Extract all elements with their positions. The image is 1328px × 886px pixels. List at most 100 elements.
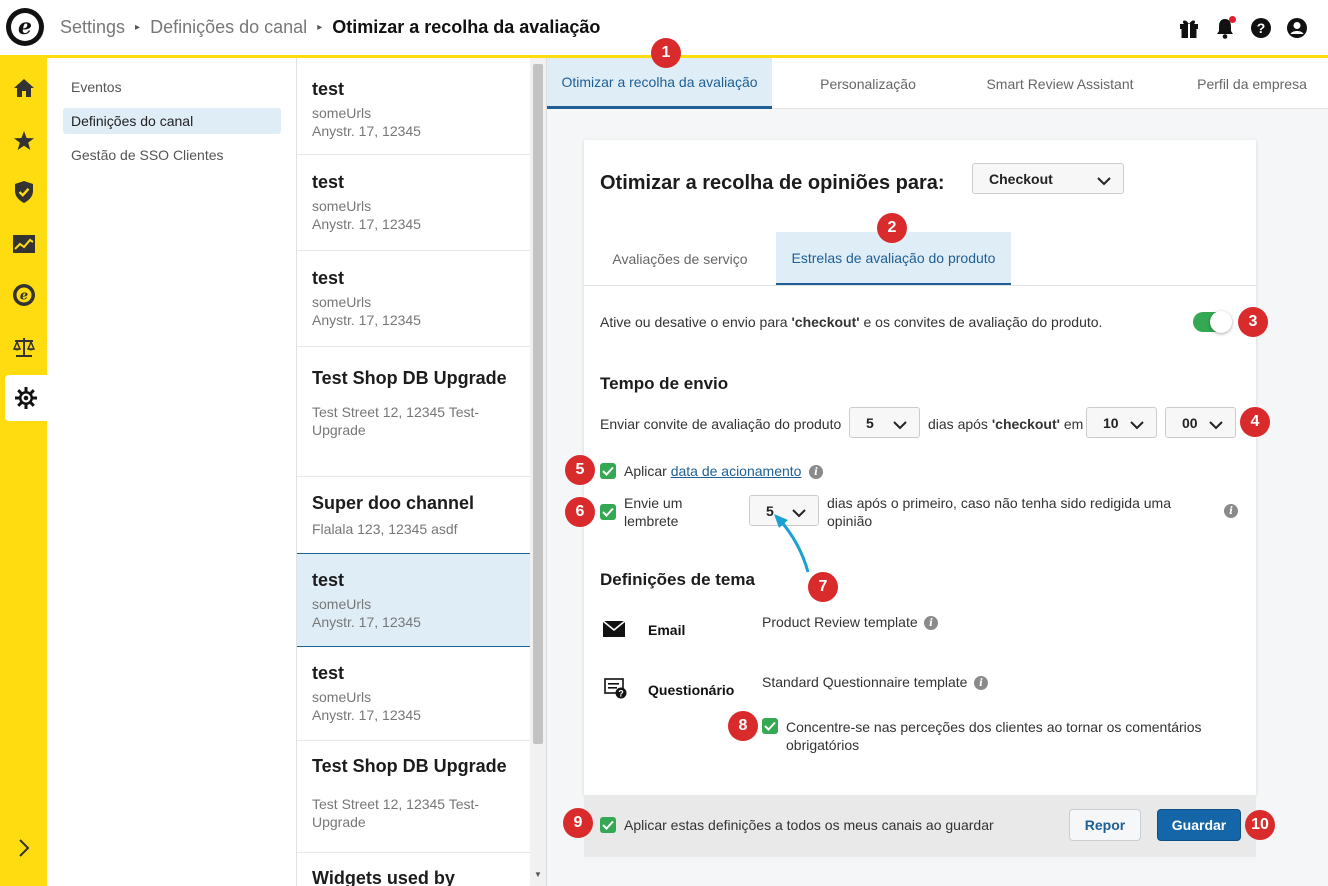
trigger-select[interactable]: Checkout bbox=[972, 163, 1124, 194]
reminder-description: dias após o primeiro, caso não tenha sid… bbox=[827, 495, 1171, 529]
gift-icon[interactable] bbox=[1178, 16, 1200, 40]
minute-select-value: 00 bbox=[1182, 414, 1198, 431]
footer-bar: Aplicar estas definições a todos os meus… bbox=[584, 795, 1256, 857]
info-icon[interactable]: i bbox=[974, 676, 988, 690]
annotation-arrow-icon bbox=[774, 514, 810, 573]
scroll-down-icon[interactable]: ▼ bbox=[534, 870, 542, 879]
channel-title: Super doo channel bbox=[312, 493, 475, 513]
toggle-description: Ative ou desative o envio para 'checkout… bbox=[600, 314, 1103, 330]
trigger-date-link[interactable]: data de acionamento bbox=[671, 463, 802, 479]
channel-title: test bbox=[312, 268, 345, 288]
svg-text:?: ? bbox=[618, 689, 624, 699]
chevron-down-icon bbox=[893, 417, 907, 433]
chart-icon[interactable] bbox=[0, 221, 47, 267]
apply-trigger-date-checkbox[interactable] bbox=[600, 463, 616, 479]
svg-text:?: ? bbox=[1257, 20, 1266, 36]
annotation-badge-4: 4 bbox=[1240, 407, 1270, 437]
bell-icon[interactable] bbox=[1214, 16, 1236, 40]
channel-url: someUrls bbox=[312, 294, 372, 310]
reset-button[interactable]: Repor bbox=[1069, 809, 1141, 841]
breadcrumb-separator-icon: ▸ bbox=[317, 22, 323, 33]
scales-icon[interactable] bbox=[0, 324, 47, 370]
breadcrumb: Settings ▸ Definições do canal ▸ Otimiza… bbox=[60, 17, 600, 38]
channel-address: Anystr. 17, 12345 bbox=[312, 707, 421, 723]
chevron-down-icon bbox=[1130, 417, 1144, 433]
star-icon[interactable] bbox=[0, 118, 47, 164]
questionnaire-icon: ? bbox=[604, 678, 628, 705]
comments-required-checkbox[interactable] bbox=[762, 718, 778, 734]
channel-address: Test Street 12, 12345 Test- bbox=[312, 404, 480, 420]
chevron-down-icon bbox=[1097, 173, 1111, 189]
subnav-item-sso-clients[interactable]: Gestão de SSO Clientes bbox=[63, 142, 281, 168]
tab-personalization[interactable]: Personalização bbox=[772, 58, 964, 109]
channel-list: test someUrls Anystr. 17, 12345 test som… bbox=[297, 58, 547, 886]
info-icon[interactable]: i bbox=[924, 616, 938, 630]
list-item[interactable]: Test Shop DB Upgrade Test Street 12, 123… bbox=[297, 741, 530, 853]
channel-title: test bbox=[312, 172, 345, 192]
tab-company-profile[interactable]: Perfil da empresa bbox=[1156, 58, 1328, 109]
help-icon[interactable]: ? bbox=[1250, 16, 1272, 40]
days-select[interactable]: 5 bbox=[849, 407, 920, 438]
channel-address: Flalala 123, 12345 asdf bbox=[312, 521, 458, 537]
breadcrumb-settings[interactable]: Settings bbox=[60, 17, 125, 38]
shield-icon[interactable] bbox=[0, 169, 47, 215]
info-icon[interactable]: i bbox=[1224, 504, 1238, 518]
email-label: Email bbox=[648, 622, 686, 638]
scrollbar[interactable]: ▼ bbox=[530, 58, 546, 886]
scrollbar-thumb[interactable] bbox=[533, 64, 543, 744]
page-title: Otimizar a recolha da avaliação bbox=[332, 17, 601, 37]
minute-select[interactable]: 00 bbox=[1165, 407, 1236, 438]
chevron-down-icon bbox=[1209, 417, 1223, 433]
channel-address-2: Upgrade bbox=[312, 422, 366, 438]
send-toggle[interactable] bbox=[1193, 311, 1232, 333]
channel-address: Anystr. 17, 12345 bbox=[312, 614, 421, 630]
save-button[interactable]: Guardar bbox=[1157, 809, 1241, 841]
subnav-item-events[interactable]: Eventos bbox=[63, 74, 281, 100]
annotation-badge-3: 3 bbox=[1238, 307, 1268, 337]
list-item[interactable]: test someUrls Anystr. 17, 12345 bbox=[297, 647, 530, 741]
annotation-badge-10: 10 bbox=[1245, 810, 1275, 840]
home-icon[interactable] bbox=[0, 65, 47, 111]
apply-all-checkbox[interactable] bbox=[600, 817, 616, 833]
reminder-checkbox[interactable] bbox=[600, 504, 616, 520]
hour-select-value: 10 bbox=[1103, 414, 1119, 431]
tab-smart-review-assistant[interactable]: Smart Review Assistant bbox=[964, 58, 1156, 109]
list-item[interactable]: Test Shop DB Upgrade Test Street 12, 123… bbox=[297, 347, 530, 477]
questionnaire-template: Standard Questionnaire template bbox=[762, 674, 968, 690]
theme-heading: Definições de tema bbox=[600, 570, 755, 589]
annotation-badge-9: 9 bbox=[563, 808, 593, 838]
gear-icon[interactable] bbox=[5, 375, 47, 421]
list-item[interactable]: Super doo channel Flalala 123, 12345 asd… bbox=[297, 477, 530, 554]
channel-address: Test Street 12, 12345 Test- bbox=[312, 796, 480, 812]
list-item-active[interactable]: test someUrls Anystr. 17, 12345 bbox=[297, 553, 530, 647]
breadcrumb-channel-settings[interactable]: Definições do canal bbox=[150, 17, 307, 38]
chevron-right-icon[interactable] bbox=[0, 825, 47, 871]
notification-dot bbox=[1229, 16, 1236, 23]
channel-address: Anystr. 17, 12345 bbox=[312, 216, 421, 232]
toggle-knob bbox=[1210, 311, 1232, 333]
trusted-e-icon[interactable]: e bbox=[0, 272, 47, 318]
questionnaire-label: Questionário bbox=[648, 682, 735, 698]
send-time-heading: Tempo de envio bbox=[600, 374, 729, 393]
channel-url: someUrls bbox=[312, 596, 372, 612]
list-item[interactable]: test someUrls Anystr. 17, 12345 bbox=[297, 155, 530, 251]
subnav-item-channel-settings[interactable]: Definições do canal bbox=[63, 108, 281, 134]
info-icon[interactable]: i bbox=[809, 465, 823, 479]
settings-nav: Eventos Definições do canal Gestão de SS… bbox=[47, 58, 297, 886]
subtab-service-reviews[interactable]: Avaliações de serviço bbox=[600, 232, 760, 286]
left-rail: e bbox=[0, 58, 47, 886]
channel-title: test bbox=[312, 79, 345, 99]
apply-trigger-date-label: Aplicar data de acionamento bbox=[624, 463, 802, 479]
trusted-logo-icon[interactable]: e bbox=[6, 8, 44, 46]
comments-required-label: Concentre-se nas perceções dos clientes … bbox=[786, 719, 1202, 753]
channel-title: Widgets used by bbox=[312, 868, 455, 886]
channel-url: someUrls bbox=[312, 198, 372, 214]
account-icon[interactable] bbox=[1286, 16, 1308, 40]
list-item[interactable]: Widgets used by bbox=[297, 853, 530, 886]
list-item[interactable]: test someUrls Anystr. 17, 12345 bbox=[297, 251, 530, 347]
hour-select[interactable]: 10 bbox=[1086, 407, 1157, 438]
envelope-icon bbox=[602, 620, 626, 643]
email-template: Product Review template bbox=[762, 614, 918, 630]
annotation-badge-5: 5 bbox=[565, 455, 595, 485]
list-item[interactable]: test someUrls Anystr. 17, 12345 bbox=[297, 58, 530, 155]
